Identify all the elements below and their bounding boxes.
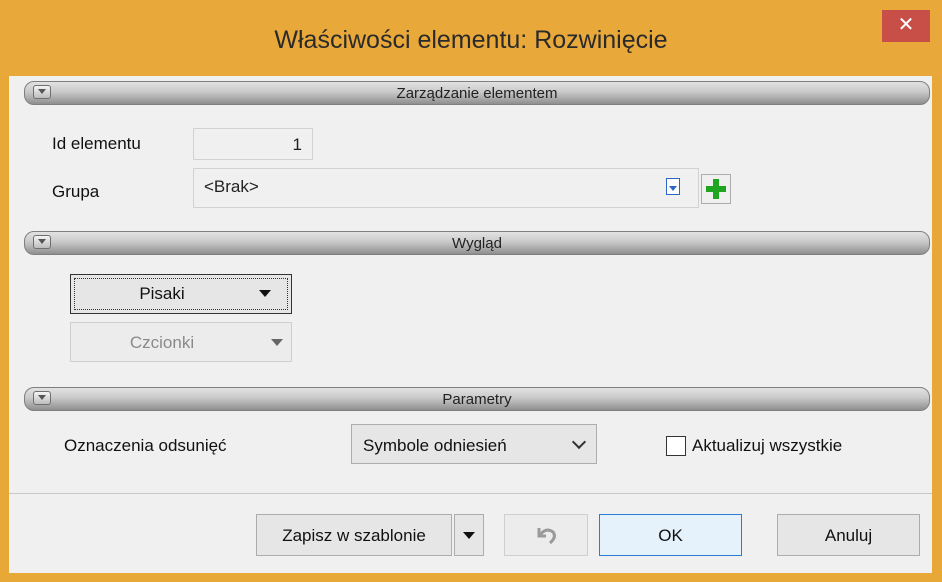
save-template-button[interactable]: Zapisz w szablonie [256, 514, 452, 556]
cancel-button[interactable]: Anuluj [777, 514, 920, 556]
offset-select[interactable]: Symbole odniesień [351, 424, 597, 464]
section-title: Parametry [442, 391, 512, 408]
section-header-appearance[interactable]: Wygląd [24, 231, 930, 255]
section-header-parameters[interactable]: Parametry [24, 387, 930, 411]
pens-button[interactable]: Pisaki [70, 274, 292, 314]
footer-separator [9, 493, 932, 494]
section-header-management[interactable]: Zarządzanie elementem [24, 81, 930, 105]
update-all-label: Aktualizuj wszystkie [692, 436, 843, 455]
undo-icon [537, 528, 556, 545]
update-all-checkbox[interactable] [666, 436, 686, 456]
dropdown-arrow-icon [463, 532, 475, 539]
window-title: Właściwości elementu: Rozwinięcie [274, 26, 668, 54]
add-group-button[interactable] [701, 174, 731, 204]
id-label: Id elementu [52, 134, 141, 153]
offset-label: Oznaczenia odsunięć [64, 436, 227, 455]
dropdown-arrow-icon [259, 290, 271, 297]
green-plus-icon [706, 179, 726, 199]
fonts-button: Czcionki [70, 322, 292, 362]
dialog-content: Zarządzanie elementem Id elementu 1 Grup… [9, 76, 932, 573]
group-label: Grupa [52, 182, 100, 201]
dropdown-arrow-icon [271, 339, 283, 346]
undo-button [504, 514, 588, 556]
chevron-down-icon [571, 434, 587, 450]
id-field: 1 [193, 128, 313, 160]
close-icon: ✕ [897, 14, 915, 36]
save-template-dropdown[interactable] [454, 514, 484, 556]
document-icon[interactable] [666, 178, 680, 195]
section-title: Wygląd [452, 235, 502, 252]
dialog-window: Właściwości elementu: Rozwinięcie ✕ Zarz… [0, 0, 942, 582]
group-field[interactable]: <Brak> [193, 168, 699, 208]
title-bar[interactable]: Właściwości elementu: Rozwinięcie ✕ [0, 0, 942, 76]
section-title: Zarządzanie elementem [396, 85, 558, 102]
close-button[interactable]: ✕ [882, 10, 930, 42]
ok-button[interactable]: OK [599, 514, 742, 556]
